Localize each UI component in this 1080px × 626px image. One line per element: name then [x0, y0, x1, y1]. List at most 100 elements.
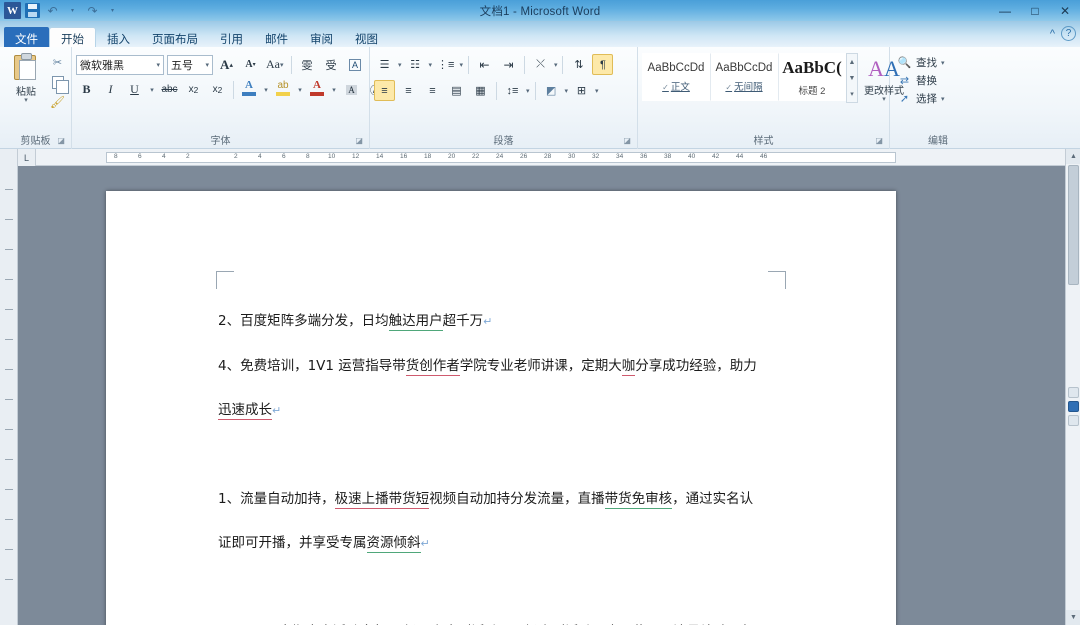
document-page[interactable]: 2、百度矩阵多端分发，日均触达用户超千万↵ 4、免费培训，1V1 运营指导带货创… — [106, 191, 896, 625]
shrink-font-button[interactable]: A▾ — [240, 54, 261, 75]
style-item-normal[interactable]: AaBbCcDd ✓正文 — [642, 53, 710, 101]
style-item-no-spacing[interactable]: AaBbCcDd ✓无间隔 — [710, 53, 778, 101]
close-button[interactable]: ✕ — [1050, 1, 1080, 21]
maximize-button[interactable]: □ — [1020, 1, 1050, 21]
replace-button[interactable]: ⇄ 替换 — [897, 73, 945, 88]
text-run-green-underline: 资源倾斜 — [367, 535, 421, 553]
character-shading-button[interactable]: A — [341, 79, 362, 100]
select-dropdown-icon[interactable]: ▾ — [941, 95, 945, 103]
subscript-button[interactable]: x2 — [183, 79, 204, 100]
scroll-thumb[interactable] — [1068, 165, 1079, 285]
help-icon[interactable]: ? — [1061, 26, 1076, 41]
horizontal-ruler[interactable]: L 864 224 6810 121416 182022 242628 3032… — [18, 149, 1080, 166]
shading-dropdown-icon[interactable]: ▾ — [565, 87, 569, 95]
cut-button[interactable]: ✂ — [48, 53, 67, 71]
style-item-heading2[interactable]: AaBbC( 标题 2 — [778, 53, 846, 101]
asian-layout-button[interactable]: ⤬ — [530, 54, 551, 75]
group-label-paragraph: 段落 ◪ — [374, 134, 633, 149]
text-effects-dropdown-icon[interactable]: ▾ — [262, 79, 270, 100]
document-body[interactable]: 2、百度矩阵多端分发，日均触达用户超千万↵ 4、免费培训，1V1 运营指导带货创… — [218, 299, 816, 625]
justify-button[interactable]: ▤ — [446, 80, 467, 101]
find-dropdown-icon[interactable]: ▾ — [941, 59, 945, 67]
bullets-dropdown-icon[interactable]: ▾ — [398, 61, 402, 69]
paste-button[interactable]: 粘贴 ▾ — [4, 50, 48, 104]
redo-icon[interactable]: ↷ — [84, 2, 101, 19]
styles-more-icon[interactable]: ▾ — [847, 86, 857, 102]
paragraph-dialog-launcher[interactable]: ◪ — [623, 133, 631, 148]
paragraph-5[interactable]: 证即可开播，并享受专属资源倾斜↵ — [218, 521, 816, 566]
bullets-button[interactable]: ☰ — [374, 54, 395, 75]
customize-quick-access-icon[interactable]: ▾ — [104, 2, 121, 19]
select-browse-object-icon[interactable] — [1068, 401, 1079, 412]
underline-dropdown-icon[interactable]: ▾ — [148, 79, 156, 100]
highlight-color-button[interactable]: ab — [273, 79, 293, 100]
font-name-dropdown-icon[interactable]: ▾ — [156, 61, 160, 69]
font-size-combo[interactable]: 五号 ▾ — [167, 55, 213, 75]
numbering-dropdown-icon[interactable]: ▾ — [429, 61, 433, 69]
align-right-button[interactable]: ≡ — [422, 80, 443, 101]
copy-button[interactable] — [48, 73, 67, 91]
font-color-dropdown-icon[interactable]: ▾ — [330, 79, 338, 100]
superscript-button[interactable]: x2 — [207, 79, 228, 100]
paragraph-6[interactable]: 3、2020 定期电商活动全年 6 场以上大型活动，8 场小型活动，丰厚奖品及流… — [218, 610, 816, 625]
paste-dropdown-icon[interactable]: ▾ — [24, 98, 28, 104]
font-size-dropdown-icon[interactable]: ▾ — [205, 61, 209, 69]
font-color-button[interactable]: A — [307, 79, 327, 100]
character-border-button[interactable]: 受 — [321, 54, 342, 75]
underline-button[interactable]: U — [124, 79, 145, 100]
multilevel-dropdown-icon[interactable]: ▾ — [459, 61, 463, 69]
format-painter-button[interactable]: 🖌 — [48, 93, 67, 111]
minimize-ribbon-icon[interactable]: ^ — [1050, 28, 1055, 40]
font-dialog-launcher[interactable]: ◪ — [355, 133, 363, 148]
borders-dropdown-icon[interactable]: ▾ — [595, 87, 599, 95]
bold-button[interactable]: B — [76, 79, 97, 100]
align-center-button[interactable]: ≡ — [398, 80, 419, 101]
select-button[interactable]: ➚ 选择 ▾ — [897, 91, 945, 106]
highlight-dropdown-icon[interactable]: ▾ — [296, 79, 304, 100]
strikethrough-button[interactable]: abc — [159, 79, 180, 100]
save-icon[interactable] — [24, 2, 41, 19]
styles-scroll-down-icon[interactable]: ▼ — [847, 70, 857, 86]
paragraph-4[interactable]: 1、流量自动加持，极速上播带货短视频自动加持分发流量，直播带货免审核，通过实名认 — [218, 477, 816, 521]
borders-button[interactable]: ⊞ — [571, 80, 592, 101]
shading-button[interactable]: ◩ — [541, 80, 562, 101]
scroll-down-icon[interactable]: ▼ — [1066, 610, 1080, 625]
change-case-button[interactable]: Aa▾ — [264, 54, 286, 75]
vertical-ruler[interactable] — [0, 149, 18, 625]
vertical-scrollbar[interactable]: ▲ ▼ — [1065, 149, 1080, 625]
styles-scroll-up-icon[interactable]: ▲ — [847, 54, 857, 70]
phonetic-guide-button[interactable]: 雯 — [297, 54, 318, 75]
multilevel-list-button[interactable]: ⋮≡ — [435, 54, 456, 75]
increase-indent-button[interactable]: ⇥ — [498, 54, 519, 75]
styles-dialog-launcher[interactable]: ◪ — [875, 133, 883, 148]
align-left-button[interactable]: ≡ — [374, 80, 395, 101]
paragraph-3[interactable]: 迅速成长↵ — [218, 388, 816, 433]
font-name-combo[interactable]: 微软雅黑 ▾ — [76, 55, 164, 75]
scroll-page-up-icon[interactable] — [1068, 387, 1079, 398]
grow-font-button[interactable]: A▴ — [216, 54, 237, 75]
line-spacing-dropdown-icon[interactable]: ▾ — [526, 87, 530, 95]
style-preview: AaBbCcDd — [648, 62, 705, 74]
find-button[interactable]: 🔍 查找 ▾ — [897, 55, 945, 70]
clear-formatting-button[interactable]: A — [345, 54, 366, 75]
paragraph-1[interactable]: 2、百度矩阵多端分发，日均触达用户超千万↵ — [218, 299, 816, 344]
text-effects-button[interactable]: A — [239, 79, 259, 100]
change-styles-dropdown-icon[interactable]: ▾ — [882, 97, 886, 103]
paragraph-2[interactable]: 4、免费培训，1V1 运营指导带货创作者学院专业老师讲课，定期大咖分享成功经验，… — [218, 344, 816, 388]
line-spacing-button[interactable]: ↕≡ — [502, 80, 523, 101]
minimize-button[interactable]: — — [990, 1, 1020, 21]
undo-dropdown-icon[interactable]: ▾ — [64, 2, 81, 19]
distribute-button[interactable]: ▦ — [470, 80, 491, 101]
text-run-red-underline: 咖 — [622, 358, 636, 376]
undo-icon[interactable]: ↶ — [44, 2, 61, 19]
scroll-page-down-icon[interactable] — [1068, 415, 1079, 426]
numbering-button[interactable]: ☷ — [405, 54, 426, 75]
clipboard-dialog-launcher[interactable]: ◪ — [57, 133, 65, 148]
show-formatting-marks-button[interactable]: ¶ — [592, 54, 613, 75]
italic-button[interactable]: I — [100, 79, 121, 100]
document-canvas[interactable]: 2、百度矩阵多端分发，日均触达用户超千万↵ 4、免费培训，1V1 运营指导带货创… — [18, 166, 1080, 625]
sort-button[interactable]: ⇅ — [568, 54, 589, 75]
asian-layout-dropdown-icon[interactable]: ▾ — [554, 61, 558, 69]
scroll-up-icon[interactable]: ▲ — [1066, 149, 1080, 164]
decrease-indent-button[interactable]: ⇤ — [474, 54, 495, 75]
